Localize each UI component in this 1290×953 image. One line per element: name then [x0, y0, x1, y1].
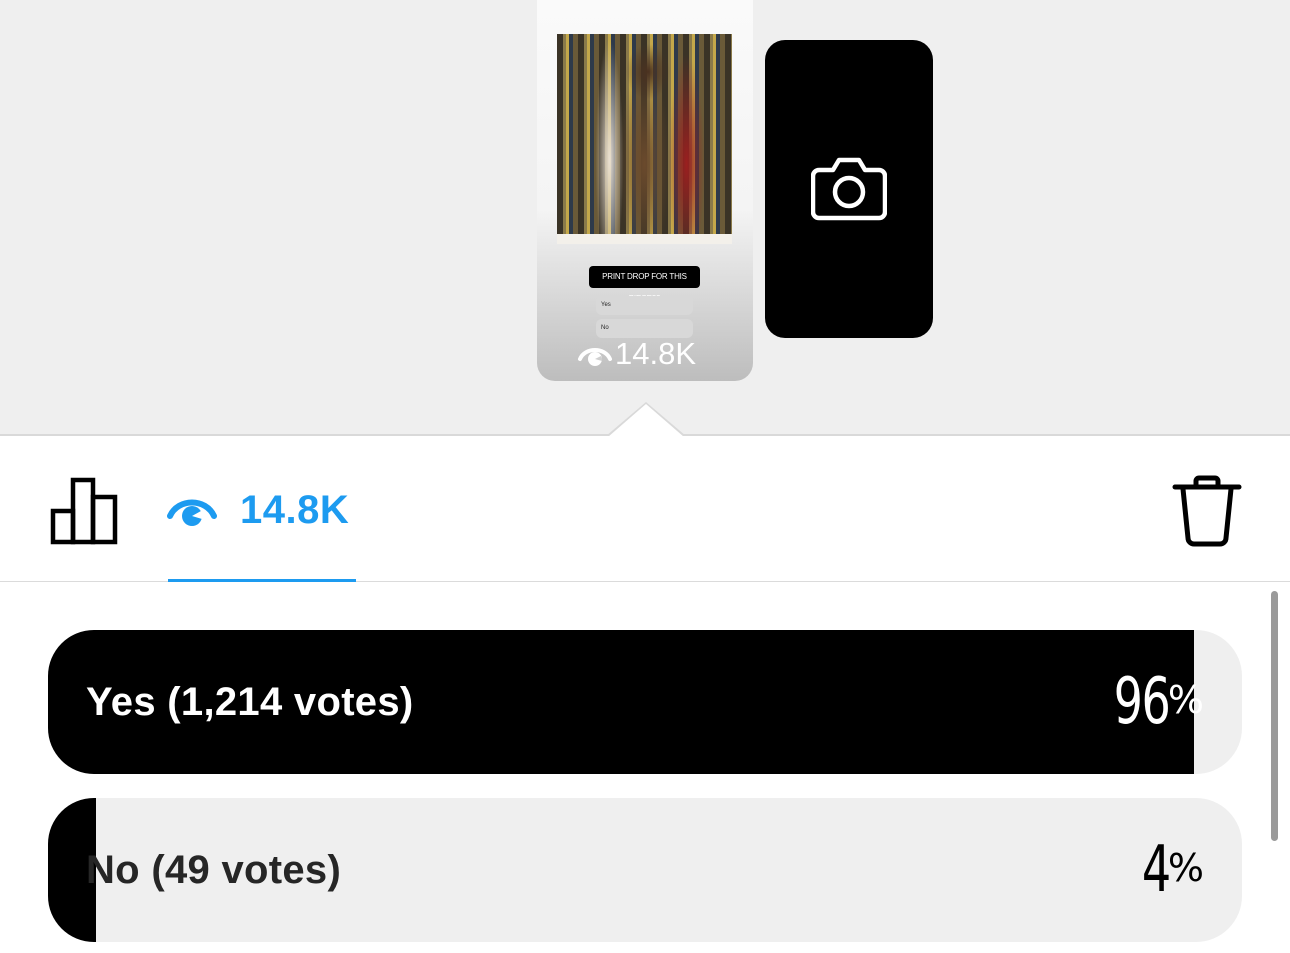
story-poll-question: PRINT DROP FOR THIS PIECE??	[589, 266, 700, 303]
story-thumbnail[interactable]: PRINT DROP FOR THIS PIECE?? Yes No 14.8K	[537, 0, 753, 381]
tab-viewers[interactable]: 14.8K	[166, 483, 349, 537]
story-insights-toolbar: 14.8K	[0, 437, 1290, 582]
poll-result-yes: Yes (1,214 votes) 96 %	[48, 630, 1242, 774]
bar-chart-icon	[50, 477, 118, 549]
poll-result-percent-sign: %	[1167, 846, 1204, 890]
story-strip: PRINT DROP FOR THIS PIECE?? Yes No 14.8K	[0, 0, 1290, 437]
scrollbar[interactable]	[1271, 591, 1278, 841]
delete-story-button[interactable]	[1172, 475, 1242, 547]
eye-icon	[166, 490, 218, 530]
active-tab-indicator	[168, 579, 356, 582]
poll-result-percent: 96 %	[1092, 630, 1204, 774]
insights-button[interactable]	[50, 477, 118, 545]
eye-icon	[577, 337, 613, 371]
poll-result-label: Yes (1,214 votes)	[86, 680, 414, 724]
add-story-card[interactable]	[765, 40, 933, 338]
poll-results-list: Yes (1,214 votes) 96 % No (49 votes) 4 %	[0, 583, 1290, 953]
story-poll-option-yes: Yes	[596, 296, 693, 315]
poll-result-label: No (49 votes)	[86, 848, 342, 892]
poll-result-percent-value: 96	[1114, 665, 1171, 739]
story-artwork-image	[557, 34, 732, 244]
viewers-count: 14.8K	[240, 487, 350, 532]
story-view-count-label: 14.8K	[615, 336, 697, 371]
poll-result-percent-value: 4	[1142, 833, 1171, 907]
trash-icon	[1172, 475, 1242, 551]
poll-result-percent: 4 %	[1131, 798, 1204, 942]
poll-result-percent-sign: %	[1167, 678, 1204, 722]
selection-pointer	[608, 404, 684, 437]
camera-icon	[810, 152, 888, 227]
story-view-count: 14.8K	[577, 337, 717, 371]
poll-result-no: No (49 votes) 4 %	[48, 798, 1242, 942]
